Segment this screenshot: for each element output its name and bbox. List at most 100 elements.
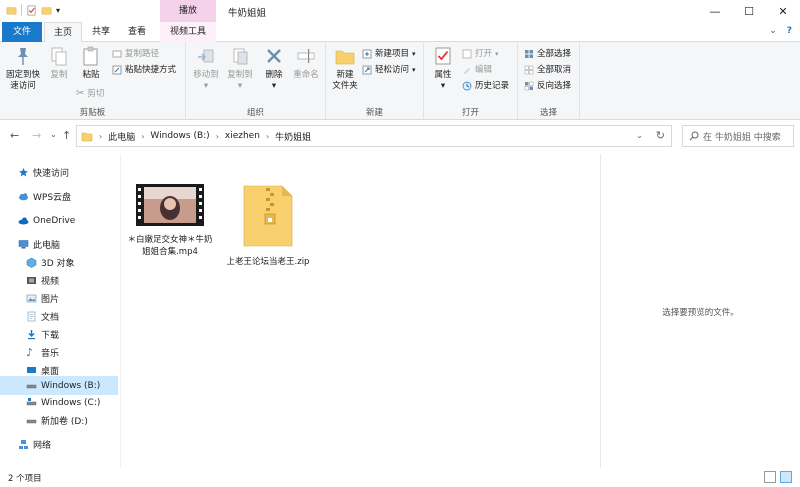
crumb-this-pc[interactable]: 此电脑: [108, 130, 135, 143]
select-all-button[interactable]: 全部选择: [524, 48, 571, 60]
paste-button[interactable]: 粘贴: [76, 46, 106, 81]
nav-onedrive[interactable]: OneDrive: [0, 212, 118, 229]
rename-button[interactable]: 重命名: [290, 46, 322, 81]
status-bar: 2 个项目: [0, 468, 800, 487]
delete-button[interactable]: 删除 ▾: [260, 46, 288, 92]
open-group: 属性 ▾ 打开 ▾ 编辑 历史记录 打开: [424, 42, 518, 120]
tab-file[interactable]: 文件: [2, 22, 42, 42]
new-item-button[interactable]: 新建项目 ▾: [362, 48, 416, 60]
pin-quick-access-button[interactable]: 固定到快 速访问: [4, 46, 42, 92]
copy-path-button[interactable]: 复制路径: [112, 48, 159, 60]
help-button[interactable]: ?: [787, 26, 792, 36]
nav-label: 3D 对象: [41, 259, 75, 269]
nav-label: 视频: [41, 277, 60, 287]
cloud-icon: [19, 193, 28, 201]
expand-ribbon-button[interactable]: ⌄: [769, 26, 777, 36]
file-item-zip[interactable]: 上老王论坛当老王.zip: [223, 184, 313, 268]
tab-view[interactable]: 查看: [120, 22, 154, 42]
file-item-video[interactable]: ＊白嫩足交女神＊牛奶姐姐合集.mp4: [125, 184, 215, 258]
nav-windows-c[interactable]: Windows (C:): [0, 394, 118, 411]
new-folder-icon[interactable]: [41, 5, 52, 16]
music-icon: ♪: [26, 346, 34, 359]
invert-selection-button[interactable]: 反向选择: [524, 80, 571, 92]
paste-shortcut-button[interactable]: 粘贴快捷方式: [112, 64, 176, 76]
new-item-icon: [362, 49, 372, 59]
nav-network[interactable]: 网络: [0, 436, 118, 453]
properties-icon[interactable]: [26, 5, 37, 16]
history-button[interactable]: 历史记录: [462, 80, 509, 92]
crumb-separator[interactable]: ›: [141, 132, 144, 141]
edit-label: 编辑: [475, 65, 493, 75]
drive-icon: [26, 419, 37, 424]
details-view-button[interactable]: [764, 471, 776, 483]
nav-documents[interactable]: 文档: [0, 308, 118, 325]
forward-button[interactable]: →: [32, 129, 41, 142]
nav-3d-objects[interactable]: 3D 对象: [0, 254, 118, 271]
item-count: 2 个项目: [8, 474, 42, 484]
nav-label: 图片: [41, 295, 60, 305]
nav-pictures[interactable]: 图片: [0, 290, 118, 307]
nav-videos[interactable]: 视频: [0, 272, 118, 289]
address-dropdown-button[interactable]: ⌄: [636, 131, 643, 140]
new-group: 新建 文件夹 新建项目 ▾ 轻松访问 ▾ 新建: [326, 42, 424, 120]
rename-label: 重命名: [293, 70, 319, 80]
back-button[interactable]: ←: [10, 129, 19, 142]
easy-access-button[interactable]: 轻松访问 ▾: [362, 64, 416, 76]
nav-new-volume-d[interactable]: 新加卷 (D:): [0, 412, 118, 429]
video-icon: [27, 277, 36, 284]
maximize-button[interactable]: ☐: [732, 0, 766, 22]
nav-windows-b[interactable]: Windows (B:): [0, 376, 118, 395]
nav-quick-access[interactable]: 快速访问: [0, 164, 118, 181]
crumb-separator[interactable]: ›: [216, 132, 219, 141]
nav-label: 下载: [41, 331, 60, 341]
crumb-current-folder[interactable]: 牛奶姐姐: [275, 130, 311, 143]
copy-icon: [51, 47, 67, 66]
crumb-xiezhen[interactable]: xiezhen: [225, 131, 260, 141]
new-folder-button[interactable]: 新建 文件夹: [328, 46, 362, 92]
nav-label: Windows (B:): [41, 380, 101, 391]
window-title: 牛奶姐姐: [228, 8, 267, 19]
preview-message: 选择要预览的文件。: [662, 308, 739, 318]
star-icon: [19, 168, 28, 177]
crumb-windows-b[interactable]: Windows (B:): [150, 131, 209, 141]
pin-label: 固定到快 速访问: [5, 70, 40, 91]
refresh-button[interactable]: ↻: [656, 129, 665, 142]
document-icon: [27, 311, 36, 322]
nav-wps-cloud[interactable]: WPS云盘: [0, 188, 118, 205]
customize-dropdown[interactable]: ▾: [56, 5, 67, 16]
tab-video-tools[interactable]: 视频工具: [160, 22, 216, 42]
nav-this-pc[interactable]: 此电脑: [0, 236, 118, 253]
nav-music[interactable]: ♪ 音乐: [0, 344, 118, 361]
select-none-button[interactable]: 全部取消: [524, 64, 571, 76]
file-list: ＊白嫩足交女神＊牛奶姐姐合集.mp4 上老王论坛当老王.zip: [120, 154, 600, 468]
tab-home[interactable]: 主页: [44, 22, 82, 43]
clipboard-group: 固定到快 速访问 复制 粘贴 复制路径 粘贴快捷方式 ✂ 剪切 剪贴板: [0, 42, 186, 120]
view-toggles: [764, 471, 792, 483]
paste-icon: [83, 46, 98, 66]
open-button[interactable]: 打开 ▾: [462, 48, 499, 60]
invert-selection-icon: [524, 81, 534, 91]
nav-label: 新加卷 (D:): [41, 417, 88, 427]
close-button[interactable]: ✕: [766, 0, 800, 22]
copy-to-label: 复制到 ▾: [227, 70, 253, 91]
move-to-button[interactable]: 移动到 ▾: [190, 46, 222, 92]
select-all-icon: [525, 50, 533, 58]
cut-button[interactable]: ✂ 剪切: [76, 88, 104, 100]
large-icons-view-button[interactable]: [780, 471, 792, 483]
edit-button[interactable]: 编辑: [462, 64, 492, 76]
properties-button[interactable]: 属性 ▾: [428, 46, 458, 92]
copy-to-button[interactable]: 复制到 ▾: [224, 46, 256, 92]
nav-downloads[interactable]: 下载: [0, 326, 118, 343]
tab-share[interactable]: 共享: [84, 22, 118, 42]
search-input[interactable]: 在 牛奶姐姐 中搜索: [682, 125, 794, 147]
copy-button[interactable]: 复制: [44, 46, 74, 81]
address-bar[interactable]: › 此电脑 › Windows (B:) › xiezhen › 牛奶姐姐 ⌄ …: [76, 125, 672, 147]
up-button[interactable]: ↑: [62, 129, 71, 142]
file-name: ＊白嫩足交女神＊牛奶姐姐合集.mp4: [127, 235, 213, 257]
nav-label: 此电脑: [33, 241, 61, 251]
folder-icon[interactable]: [6, 5, 17, 16]
crumb-separator[interactable]: ›: [266, 132, 269, 141]
recent-locations-button[interactable]: ⌄: [50, 130, 57, 139]
minimize-button[interactable]: —: [698, 0, 732, 22]
pin-icon: [18, 48, 28, 65]
